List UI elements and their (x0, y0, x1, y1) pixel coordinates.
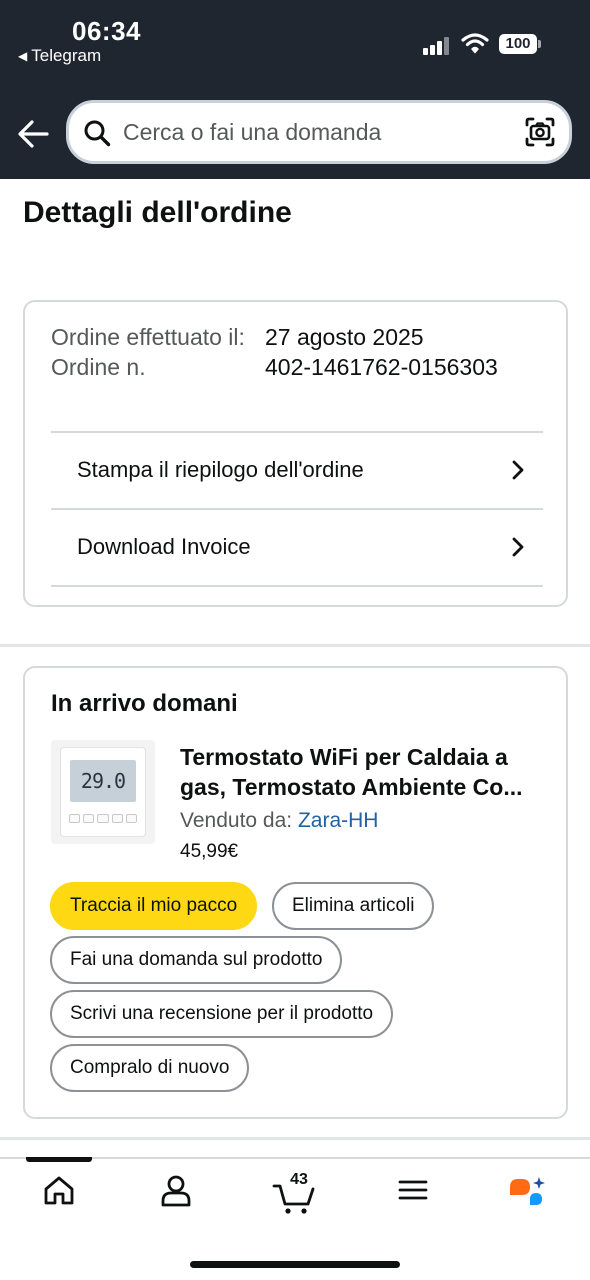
product-price: 45,99€ (180, 841, 239, 862)
order-meta-values: 27 agosto 2025 402-1461762-0156303 (265, 322, 498, 382)
product-thumbnail[interactable]: 29.0 (51, 740, 155, 844)
chevron-right-icon (512, 460, 524, 480)
order-number-label: Ordine n. (51, 354, 146, 380)
nav-rufus-assistant[interactable] (506, 1173, 556, 1223)
back-arrow-icon[interactable] (16, 118, 50, 150)
thermostat-display: 29.0 (70, 760, 136, 802)
nav-home[interactable] (42, 1173, 92, 1223)
sold-by-label: Venduto da: (180, 809, 293, 832)
chevron-right-icon (512, 537, 524, 557)
search-bar[interactable] (66, 100, 572, 164)
account-icon (161, 1175, 191, 1207)
print-summary-label: Stampa il riepilogo dell'ordine (77, 457, 364, 482)
nav-menu[interactable] (396, 1173, 446, 1223)
download-invoice-link[interactable]: Download Invoice (51, 508, 543, 584)
nav-cart[interactable]: 43 (272, 1171, 322, 1223)
order-placed-date: 27 agosto 2025 (265, 324, 424, 350)
page-title: Dettagli dell'ordine (23, 196, 292, 229)
shipment-card: In arrivo domani 29.0 Termostato WiFi pe… (23, 666, 568, 1119)
menu-icon (398, 1180, 428, 1200)
back-to-app-link[interactable]: ◀ Telegram (18, 46, 101, 66)
rufus-assistant-icon (510, 1177, 545, 1205)
product-title-link[interactable]: Termostato WiFi per Caldaia a gas, Termo… (180, 742, 550, 802)
print-summary-link[interactable]: Stampa il riepilogo dell'ordine (51, 431, 543, 507)
home-indicator (190, 1261, 400, 1268)
seller-link[interactable]: Zara-HH (298, 809, 379, 832)
ask-question-button[interactable]: Fai una domanda sul prodotto (50, 936, 343, 984)
order-meta-labels: Ordine effettuato il: Ordine n. (51, 322, 251, 382)
nav-account[interactable] (159, 1173, 209, 1223)
back-app-label: Telegram (31, 46, 102, 65)
battery-level: 100 (499, 34, 537, 54)
section-divider (0, 1137, 590, 1140)
battery-icon: 100 (499, 34, 541, 54)
wifi-icon (461, 33, 489, 54)
search-input[interactable] (123, 113, 513, 151)
delete-items-button[interactable]: Elimina articoli (272, 882, 435, 930)
section-divider (0, 644, 590, 647)
home-icon (44, 1176, 74, 1205)
thermostat-image: 29.0 (61, 748, 145, 836)
top-header: 06:34 ◀ Telegram 100 (0, 0, 590, 179)
search-icon (84, 120, 111, 147)
download-invoice-label: Download Invoice (77, 534, 251, 559)
buy-again-button[interactable]: Compralo di nuovo (50, 1044, 250, 1092)
order-summary-card: Ordine effettuato il: Ordine n. 27 agost… (23, 300, 568, 607)
shipment-status-title: In arrivo domani (51, 690, 238, 717)
active-tab-indicator (26, 1157, 92, 1162)
back-triangle-icon: ◀ (18, 49, 28, 63)
camera-search-icon[interactable] (523, 115, 557, 149)
order-placed-label: Ordine effettuato il: (51, 324, 245, 350)
track-package-button[interactable]: Traccia il mio pacco (50, 882, 258, 930)
write-review-button[interactable]: Scrivi una recensione per il prodotto (50, 990, 394, 1038)
divider (51, 585, 543, 587)
order-number: 402-1461762-0156303 (265, 354, 498, 380)
status-time: 06:34 (72, 16, 141, 46)
cellular-signal-icon (423, 37, 451, 55)
sold-by: Venduto da: Zara-HH (180, 809, 378, 833)
cart-icon (272, 1184, 315, 1214)
